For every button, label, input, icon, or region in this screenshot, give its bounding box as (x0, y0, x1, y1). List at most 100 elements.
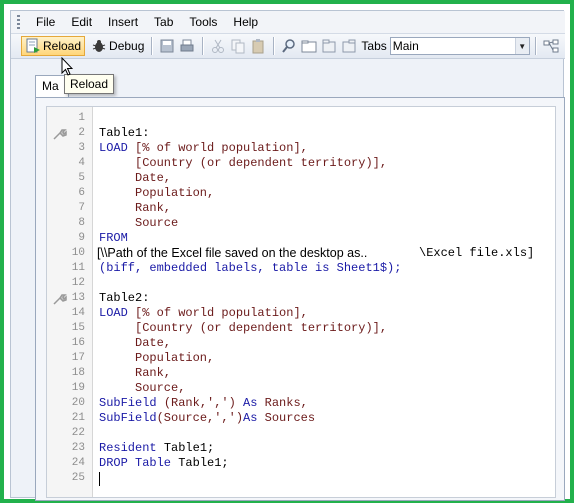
code-line: 22 (47, 426, 557, 441)
tab-remove-icon[interactable] (341, 38, 357, 54)
code-field: [Country (or dependent territory)], (135, 156, 388, 170)
code-line: 5 Date, (47, 171, 557, 186)
code-field: (Rank,',') (163, 396, 236, 410)
code-text: Table2: (99, 291, 150, 305)
code-line: 11 (biff, embedded labels, table is Shee… (47, 261, 557, 276)
script-editor-window: File Edit Insert Tab Tools Help Reload D… (10, 10, 565, 501)
code-keyword: (biff, embedded labels, table is Sheet1$… (99, 261, 402, 275)
cut-icon[interactable] (210, 38, 226, 54)
menu-tab[interactable]: Tab (146, 11, 181, 33)
code-line: 21 SubField(Source,',')As Sources (47, 411, 557, 426)
reload-label: Reload (43, 39, 82, 53)
code-line: 17 Population, (47, 351, 557, 366)
line-number: 10 (71, 247, 85, 259)
code-line: 18 Rank, (47, 366, 557, 381)
menu-help[interactable]: Help (225, 11, 266, 33)
code-line: 2 Table1: (47, 126, 557, 141)
line-number: 12 (71, 277, 85, 289)
code-field: Ranks, (264, 396, 308, 410)
code-function: SubField (99, 396, 157, 410)
save-icon[interactable] (159, 38, 175, 54)
code-field: (Source,',') (156, 411, 244, 425)
line-number: 18 (71, 367, 85, 379)
tab-main-label: Ma (42, 79, 59, 93)
menu-insert[interactable]: Insert (100, 11, 146, 33)
chevron-down-icon[interactable]: ▼ (514, 38, 529, 54)
line-number: 24 (71, 457, 85, 469)
toolbar-separator (202, 37, 204, 55)
reload-button[interactable]: Reload (21, 36, 86, 56)
code-keyword: As (243, 396, 258, 410)
code-keyword: Resident (99, 441, 157, 455)
wrench-icon (53, 294, 67, 305)
toolbar-separator (151, 37, 153, 55)
code-path: \Excel file.xls] (419, 246, 535, 260)
debug-button[interactable]: Debug (89, 36, 146, 56)
code-line: 20 SubField (Rank,',') As Ranks, (47, 396, 557, 411)
code-line: 1 (47, 111, 557, 126)
line-number: 13 (71, 292, 85, 304)
line-number: 6 (78, 187, 85, 199)
code-keyword: As (243, 411, 258, 425)
code-line: 13 Table2: (47, 291, 557, 306)
line-number: 3 (78, 142, 85, 154)
toolbar-grip-icon[interactable] (17, 15, 20, 29)
line-number: 9 (78, 232, 85, 244)
code-field: Rank, (135, 366, 172, 380)
table-structure-icon[interactable] (543, 38, 559, 54)
line-number: 21 (71, 412, 85, 424)
code-text: Table1; (178, 456, 229, 470)
wrench-icon (53, 129, 67, 140)
code-field: Date, (135, 336, 172, 350)
code-field: [Country (or dependent territory)], (135, 321, 388, 335)
menu-edit[interactable]: Edit (63, 11, 100, 33)
screenshot-frame: File Edit Insert Tab Tools Help Reload D… (0, 0, 574, 503)
code-field: Population, (135, 351, 215, 365)
code-keyword: LOAD (99, 141, 128, 155)
mouse-cursor-icon (61, 57, 73, 76)
code-line: 25 (47, 471, 557, 486)
line-number: 17 (71, 352, 85, 364)
paste-icon[interactable] (250, 38, 266, 54)
code-field: Date, (135, 171, 172, 185)
code-function: SubField (99, 411, 157, 425)
tab-select[interactable]: Main ▼ (389, 37, 530, 55)
line-number: 4 (78, 157, 85, 169)
code-line: 12 (47, 276, 557, 291)
copy-icon[interactable] (230, 38, 246, 54)
print-icon[interactable] (179, 38, 195, 54)
menu-tools[interactable]: Tools (181, 11, 225, 33)
code-line: 4 [Country (or dependent territory)], (47, 156, 557, 171)
folder-icon[interactable] (301, 38, 317, 54)
line-number: 15 (71, 322, 85, 334)
code-line: 23 Resident Table1; (47, 441, 557, 456)
debug-label: Debug (109, 39, 145, 53)
toolbar: Reload Debug Tabs Main ▼ (11, 33, 565, 59)
code-field: [% of world population], (135, 306, 308, 320)
line-number: 14 (71, 307, 85, 319)
line-number: 5 (78, 172, 85, 184)
code-line: 10 [\\Path of the Excel file saved on th… (47, 246, 557, 261)
code-line: 7 Rank, (47, 201, 557, 216)
code-field: Rank, (135, 201, 172, 215)
line-number: 23 (71, 442, 85, 454)
line-number: 22 (71, 427, 85, 439)
tabs-label: Tabs (361, 39, 387, 53)
toolbar-separator (534, 37, 536, 55)
toolbar-separator (273, 37, 275, 55)
line-number: 2 (78, 127, 85, 139)
tab-add-icon[interactable] (321, 38, 337, 54)
code-line: 19 Source, (47, 381, 557, 396)
code-text: Table1; (163, 441, 215, 455)
line-number: 1 (78, 112, 85, 124)
find-icon[interactable] (281, 38, 297, 54)
script-editor[interactable]: 1 2 Table1: 3 LOAD [% of world populatio… (46, 106, 556, 498)
line-number: 11 (71, 262, 85, 274)
code-line: 8 Source (47, 216, 557, 231)
menu-file[interactable]: File (28, 11, 63, 33)
code-line: 15 [Country (or dependent territory)], (47, 321, 557, 336)
line-number: 7 (78, 202, 85, 214)
code-path: [\\Path of the Excel file saved on the d… (97, 246, 368, 260)
code-keyword: DROP Table (99, 456, 172, 470)
code-text: Table1: (99, 126, 150, 140)
